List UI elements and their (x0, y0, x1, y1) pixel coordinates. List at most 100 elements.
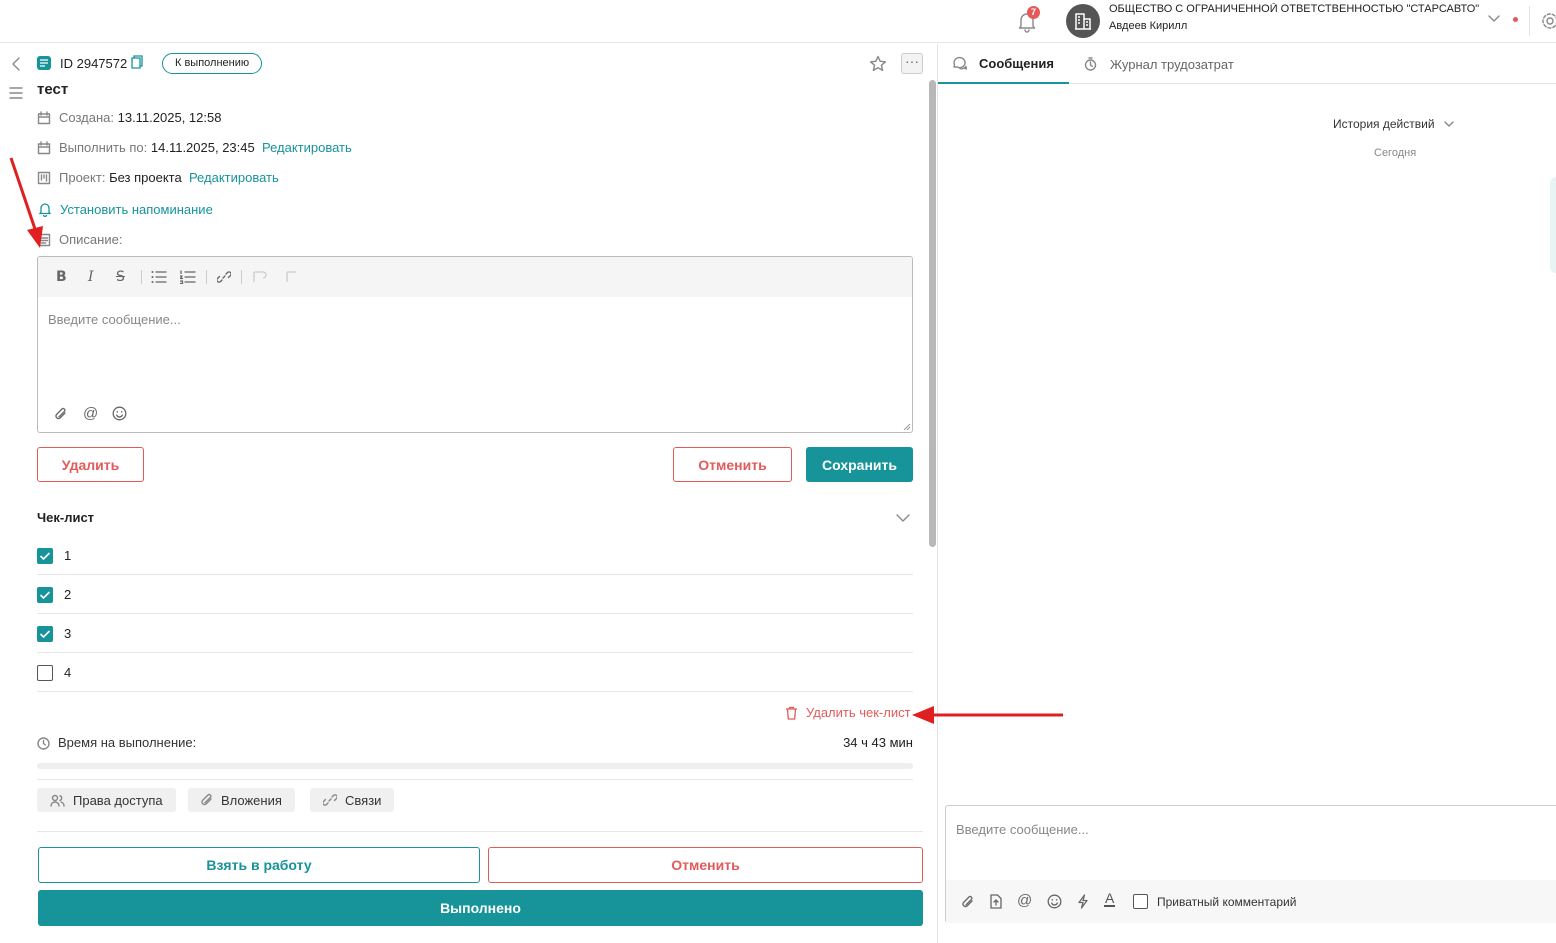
paperclip-icon[interactable] (55, 407, 67, 421)
task-panel: ID 2947572 К выполнению ··· тест Создана… (0, 44, 937, 943)
edit-project-link[interactable]: Редактировать (189, 170, 279, 185)
section-divider (37, 831, 923, 832)
project-label: Проект: (59, 170, 106, 185)
chevron-down-icon[interactable] (1488, 15, 1500, 23)
annotation-arrow-icon (912, 706, 1063, 724)
row-divider (37, 613, 913, 614)
access-rights-label: Права доступа (73, 792, 163, 808)
editor-toolbar: B I S (38, 257, 912, 297)
numbered-list-icon[interactable] (180, 270, 196, 284)
file-upload-icon[interactable] (990, 894, 1002, 909)
emoji-icon[interactable] (1047, 894, 1062, 909)
checklist-item-label: 1 (64, 548, 72, 563)
created-value: 13.11.2025, 12:58 (117, 110, 222, 125)
toolbar-separator (141, 270, 142, 284)
chat-icon (953, 56, 967, 70)
access-rights-chip[interactable]: Права доступа (37, 788, 176, 812)
checklist-checkbox-4[interactable] (37, 665, 53, 681)
notifications-badge: 7 (1027, 6, 1040, 19)
paperclip-icon (201, 793, 212, 806)
checklist-title: Чек-лист (37, 510, 95, 525)
status-badge[interactable]: К выполнению (162, 53, 263, 74)
star-icon[interactable] (869, 55, 887, 73)
edit-due-link[interactable]: Редактировать (262, 140, 352, 155)
lightning-icon[interactable] (1077, 894, 1089, 909)
section-divider (37, 779, 913, 780)
private-comment-checkbox[interactable] (1133, 894, 1148, 909)
row-divider (37, 691, 913, 692)
bold-button[interactable]: B (56, 269, 67, 285)
history-label: История действий (1333, 117, 1435, 131)
org-name: ОБЩЕСТВО С ОГРАНИЧЕННОЙ ОТВЕТСТВЕННОСТЬЮ… (1109, 3, 1479, 15)
row-divider (37, 574, 913, 575)
emoji-icon[interactable] (112, 406, 127, 421)
text-color-button[interactable]: A (1104, 891, 1116, 907)
resize-handle-icon[interactable] (903, 423, 911, 431)
toolbar-separator (241, 270, 242, 284)
tab-worklog-label: Журнал трудозатрат (1110, 56, 1234, 72)
row-divider (37, 652, 913, 653)
notifications-button[interactable]: 7 (1016, 6, 1040, 33)
bullet-list-icon[interactable] (151, 270, 167, 284)
time-value: 34 ч 43 мин (843, 735, 913, 750)
description-editor[interactable]: B I S Введите сообщение... @ (37, 256, 913, 433)
link-icon[interactable] (217, 270, 231, 284)
stopwatch-icon (1084, 57, 1097, 71)
private-comment-label: Приватный комментарий (1157, 895, 1297, 909)
checklist-checkbox-1[interactable] (37, 548, 53, 564)
save-description-button[interactable]: Сохранить (806, 447, 913, 482)
toolbar-separator (206, 270, 207, 284)
gear-icon[interactable] (1541, 12, 1556, 30)
paperclip-icon[interactable] (962, 895, 974, 909)
cancel-task-button[interactable]: Отменить (488, 847, 923, 883)
delete-description-button[interactable]: Удалить (37, 447, 144, 482)
italic-button[interactable]: I (88, 269, 94, 285)
links-chip[interactable]: Связи (310, 788, 395, 812)
today-divider-label: Сегодня (1374, 147, 1417, 159)
checklist-checkbox-2[interactable] (37, 587, 53, 603)
composer-placeholder: Введите сообщение... (956, 822, 1089, 837)
time-progress-bar (37, 763, 913, 769)
delete-checklist-button[interactable]: Удалить чек-лист (785, 705, 911, 720)
tab-messages[interactable]: Сообщения (938, 44, 1069, 84)
checklist-checkbox-3[interactable] (37, 626, 53, 642)
time-label: Время на выполнение: (58, 735, 197, 750)
tab-messages-label: Сообщения (979, 55, 1054, 71)
set-reminder-link[interactable]: Установить напоминание (60, 202, 213, 217)
done-button[interactable]: Выполнено (38, 890, 923, 926)
more-options-button[interactable]: ··· (901, 53, 923, 74)
trash-icon (786, 706, 797, 720)
cancel-description-button[interactable]: Отменить (673, 447, 792, 482)
checklist-item-label: 3 (64, 626, 72, 641)
mention-button[interactable]: @ (1017, 892, 1032, 909)
chevron-down-icon[interactable] (896, 514, 910, 522)
menu-icon[interactable] (9, 87, 23, 99)
chevron-down-icon (1443, 121, 1454, 127)
due-label: Выполнить по: (59, 140, 148, 155)
user-name: Авдеев Кирилл (1109, 20, 1188, 32)
created-row: Создана: 13.11.2025, 12:58 (59, 110, 221, 125)
calendar-icon (37, 111, 51, 125)
message-composer[interactable]: Введите сообщение... @ A Приватный комме… (945, 805, 1556, 923)
annotation-arrow-icon (9, 157, 43, 248)
take-to-work-button[interactable]: Взять в работу (38, 847, 480, 883)
mention-button[interactable]: @ (83, 405, 98, 422)
topbar-divider (1529, 6, 1530, 36)
undo-icon[interactable] (253, 271, 267, 283)
link-icon (323, 794, 337, 806)
project-row: Проект: Без проекта Редактировать (59, 170, 279, 185)
attachments-chip[interactable]: Вложения (188, 788, 295, 812)
task-id: ID 2947572 (60, 56, 128, 71)
scrollbar-thumb[interactable] (929, 80, 936, 547)
history-dropdown[interactable]: История действий (1333, 117, 1454, 131)
strike-button[interactable]: S (116, 269, 125, 285)
org-avatar[interactable] (1066, 4, 1100, 38)
redo-icon[interactable] (283, 271, 297, 283)
project-value: Без проекта (109, 170, 182, 185)
checklist-item-label: 2 (64, 587, 72, 602)
links-label: Связи (345, 792, 382, 808)
tab-worklog[interactable]: Журнал трудозатрат (1084, 44, 1234, 84)
back-arrow-icon[interactable] (11, 57, 21, 71)
copy-icon[interactable] (131, 55, 143, 69)
users-icon (50, 794, 65, 807)
